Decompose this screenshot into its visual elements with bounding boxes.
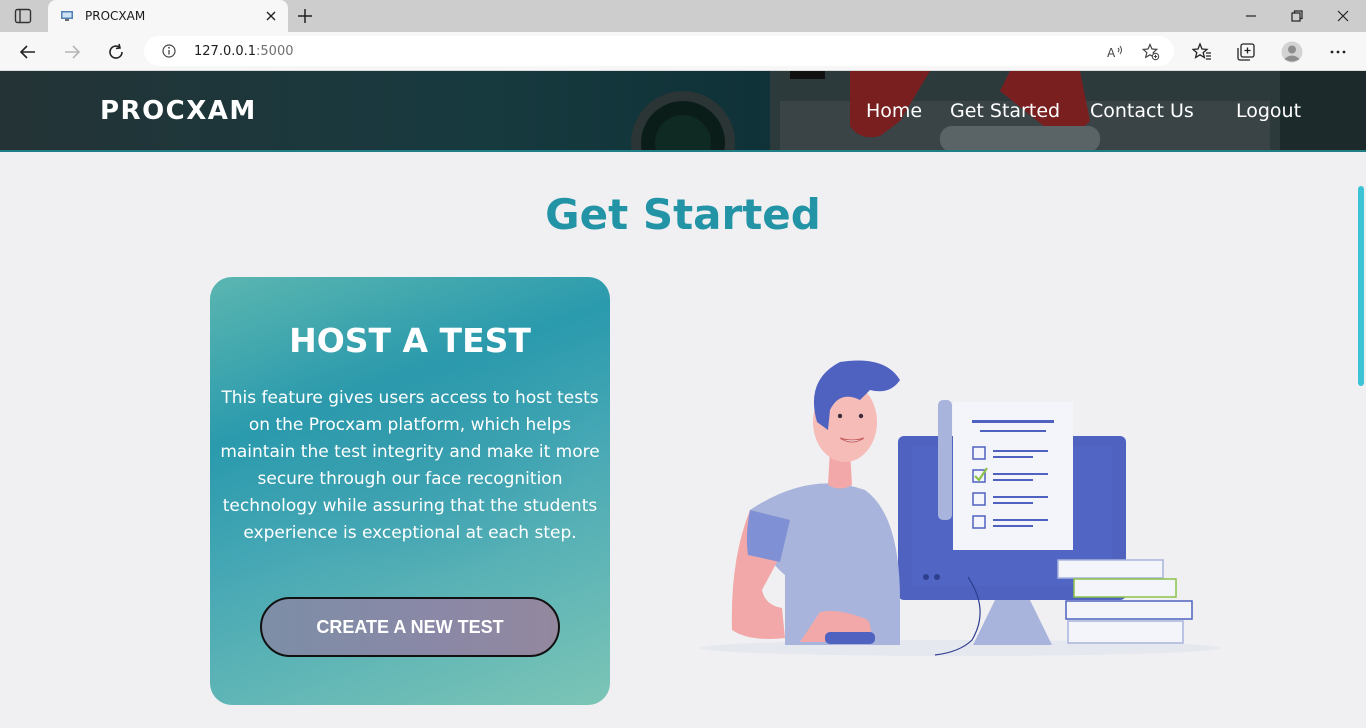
browser-tabstrip: PROCXAM	[0, 0, 1366, 32]
nav-logout[interactable]: Logout	[1236, 100, 1301, 122]
read-aloud-icon[interactable]: A	[1106, 43, 1124, 61]
refresh-icon[interactable]	[106, 42, 126, 62]
tab-title: PROCXAM	[85, 9, 146, 23]
host-test-card: HOST A TEST This feature gives users acc…	[210, 277, 610, 705]
minimize-icon[interactable]	[1243, 8, 1259, 24]
page-scrollbar[interactable]	[1356, 152, 1366, 728]
browser-tab[interactable]: PROCXAM	[48, 0, 288, 32]
tab-actions-icon[interactable]	[14, 8, 32, 24]
close-window-icon[interactable]	[1335, 8, 1351, 24]
new-tab-icon[interactable]	[296, 7, 314, 25]
address-port: :5000	[256, 44, 294, 59]
collections-icon[interactable]	[1236, 42, 1256, 62]
nav-home[interactable]: Home	[866, 100, 922, 122]
nav-get-started[interactable]: Get Started	[950, 100, 1060, 122]
more-menu-icon[interactable]	[1328, 42, 1348, 62]
add-favorite-icon[interactable]	[1142, 43, 1160, 61]
address-host: 127.0.0.1	[194, 44, 257, 59]
browser-toolbar: 127.0.0.1:5000 A	[0, 32, 1366, 71]
back-icon[interactable]	[18, 42, 38, 62]
address-bar[interactable]: 127.0.0.1:5000 A	[144, 36, 1174, 66]
site-header: PROCXAM Home Get Started Contact Us Logo…	[0, 71, 1366, 152]
svg-text:A: A	[1107, 46, 1116, 60]
favorites-icon[interactable]	[1192, 42, 1212, 62]
card-description: This feature gives users access to host …	[220, 388, 600, 543]
nav-contact-us[interactable]: Contact Us	[1090, 100, 1194, 122]
person-at-computer-illustration	[700, 360, 1220, 656]
restore-icon[interactable]	[1289, 8, 1305, 24]
address-url: 127.0.0.1:5000	[194, 44, 294, 59]
page-title: Get Started	[545, 190, 821, 239]
create-new-test-button[interactable]: CREATE A NEW TEST	[260, 597, 560, 657]
scrollbar-thumb[interactable]	[1358, 186, 1364, 386]
site-info-icon[interactable]	[162, 44, 176, 58]
card-title: HOST A TEST	[289, 321, 531, 360]
forward-icon[interactable]	[62, 42, 82, 62]
profile-avatar-icon[interactable]	[1281, 41, 1303, 63]
brand-logo[interactable]: PROCXAM	[100, 96, 257, 126]
close-tab-icon[interactable]	[264, 9, 278, 23]
page-favicon-icon	[61, 11, 73, 21]
